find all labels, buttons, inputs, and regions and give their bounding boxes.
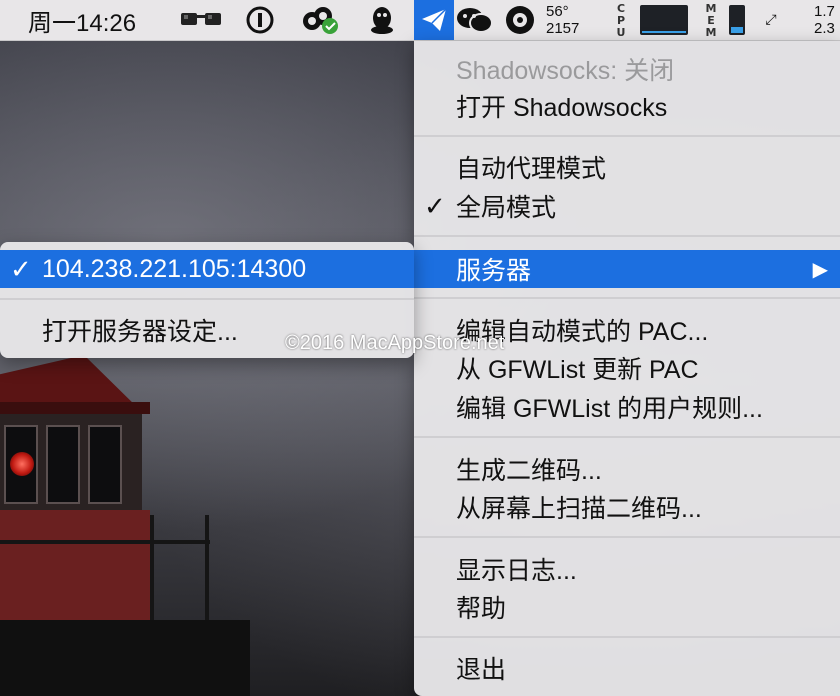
gear-badge-icon[interactable] <box>500 0 540 40</box>
cpu-label: CPU <box>614 2 628 38</box>
glasses-icon[interactable] <box>178 0 224 40</box>
clock[interactable]: 周一14:26 <box>28 0 136 40</box>
lighthouse-railing <box>0 540 210 544</box>
weather-widget[interactable]: 56° 2157 <box>546 0 596 40</box>
network-down: 2.3 <box>814 20 835 37</box>
lighthouse-window <box>46 425 80 504</box>
submenu-arrow-icon: ▶ <box>812 258 828 281</box>
network-up: 1.7 <box>814 3 835 20</box>
server-item-current[interactable]: ✓ 104.238.221.105:14300 <box>0 250 414 288</box>
edit-user-rules-item[interactable]: 编辑 GFWList 的用户规则... <box>414 389 840 425</box>
menu-separator <box>414 297 840 299</box>
toggle-shadowsocks-item[interactable]: 打开 Shadowsocks <box>414 88 840 124</box>
network-arrows-icon: ⤢ <box>765 12 777 28</box>
check-icon: ✓ <box>10 253 32 284</box>
lighthouse-window <box>88 425 122 504</box>
update-pac-item[interactable]: 从 GFWList 更新 PAC <box>414 350 840 386</box>
servers-label: 服务器 <box>456 257 532 285</box>
quit-item[interactable]: 退出 <box>414 650 840 686</box>
weather-value: 2157 <box>546 20 580 37</box>
menu-separator <box>0 298 414 300</box>
global-mode-item[interactable]: ✓ 全局模式 <box>414 188 840 224</box>
menu-separator <box>414 235 840 237</box>
servers-item[interactable]: 服务器 ▶ <box>414 250 840 288</box>
network-speed[interactable]: 1.7 2.3 <box>814 0 840 40</box>
lighthouse-roof-rim <box>0 402 150 414</box>
railing-post <box>150 515 154 620</box>
watermark: ©2016 MacAppStore.net <box>285 332 505 354</box>
cloud-sync-icon[interactable] <box>298 0 342 40</box>
auto-proxy-mode-item[interactable]: 自动代理模式 <box>414 149 840 185</box>
onepassword-icon[interactable] <box>244 0 276 40</box>
lighthouse-base <box>0 620 250 696</box>
status-item: Shadowsocks: 关闭 <box>456 57 675 85</box>
weather-temp: 56° <box>546 3 569 20</box>
mem-gauge[interactable] <box>726 0 748 40</box>
cpu-graph[interactable] <box>638 0 690 40</box>
scan-qr-item[interactable]: 从屏幕上扫描二维码... <box>414 489 840 525</box>
server-address: 104.238.221.105:14300 <box>42 254 307 283</box>
lighthouse-gallery <box>0 510 150 620</box>
help-item[interactable]: 帮助 <box>414 589 840 625</box>
menu-separator <box>414 536 840 538</box>
show-log-item[interactable]: 显示日志... <box>414 551 840 587</box>
menu-separator <box>414 436 840 438</box>
menu-separator <box>414 636 840 638</box>
lighthouse-light <box>10 452 34 476</box>
mem-label: MEM <box>704 2 718 38</box>
shadowsocks-paperplane-icon[interactable] <box>414 0 454 40</box>
global-mode-label: 全局模式 <box>456 194 557 222</box>
railing-post <box>205 515 209 620</box>
qq-penguin-icon[interactable] <box>366 0 398 40</box>
check-icon: ✓ <box>424 190 446 221</box>
menu-bar: 周一14:26 56° 2157 CPU MEM ⤢ 1.7 2.3 <box>0 0 840 41</box>
wechat-icon[interactable] <box>454 0 496 40</box>
menu-separator <box>414 135 840 137</box>
generate-qr-item[interactable]: 生成二维码... <box>414 451 840 487</box>
shadowsocks-menu: Shadowsocks: 关闭 打开 Shadowsocks 自动代理模式 ✓ … <box>414 41 840 696</box>
